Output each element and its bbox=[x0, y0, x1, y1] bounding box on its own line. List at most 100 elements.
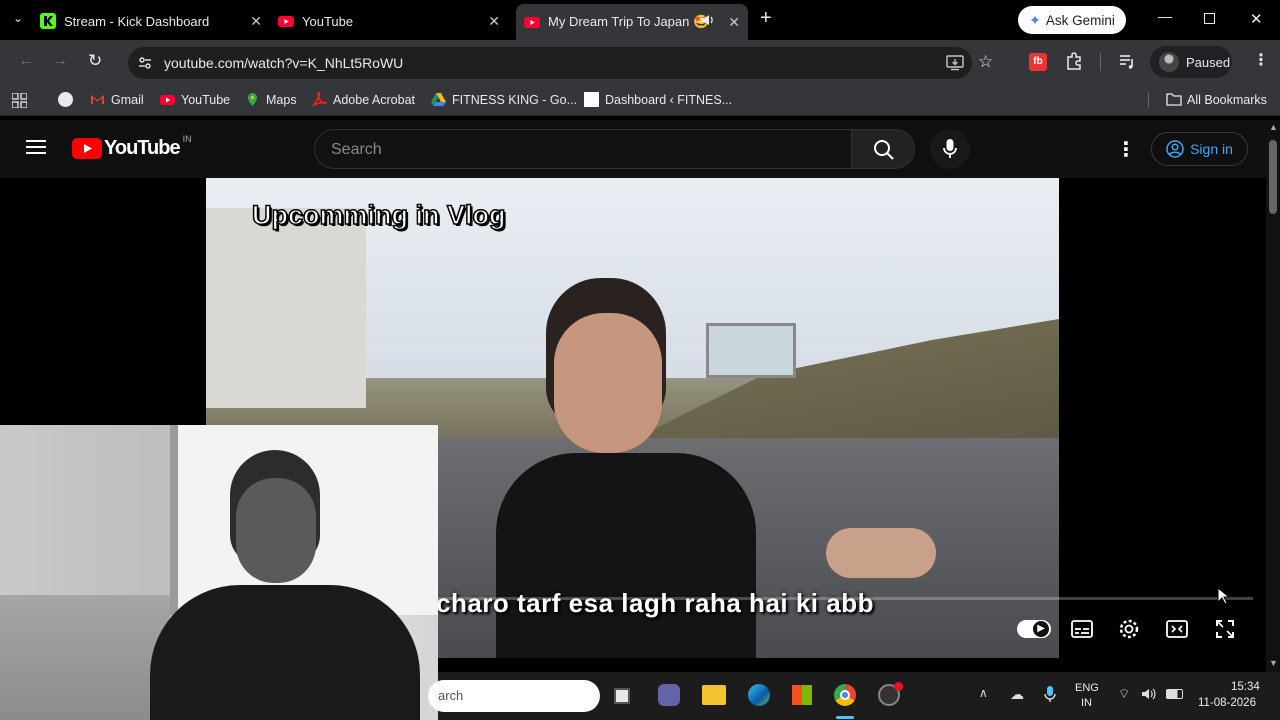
acrobat-icon bbox=[312, 92, 327, 107]
back-icon[interactable]: ← bbox=[18, 52, 34, 70]
bookmark-gmail[interactable]: Gmail bbox=[90, 92, 144, 107]
youtube-logo-icon bbox=[72, 138, 102, 159]
all-bookmarks-button[interactable]: All Bookmarks bbox=[1166, 92, 1267, 107]
tab-title: YouTube bbox=[302, 13, 354, 29]
microsoft-store-icon[interactable] bbox=[792, 685, 812, 705]
close-tab-icon[interactable]: ✕ bbox=[728, 14, 740, 31]
more-menu-icon[interactable]: ⋮ bbox=[1253, 50, 1269, 70]
install-app-icon[interactable] bbox=[946, 55, 964, 76]
tab-strip: ⌄ Stream - Kick Dashboard ✕ YouTube ✕ My… bbox=[0, 0, 1280, 40]
page-icon bbox=[584, 92, 599, 107]
tab-title: My Dream Trip To Japan 🤩 bbox=[548, 14, 710, 29]
bookmark-dashboard[interactable]: Dashboard ‹ FITNES... bbox=[584, 92, 732, 107]
clock-time[interactable]: 15:34 bbox=[1231, 681, 1260, 693]
video-overlay-title: Upcomming in Vlog bbox=[251, 199, 506, 231]
scroll-up-arrow-icon[interactable]: ▲ bbox=[1269, 122, 1278, 132]
bookmark-star-icon[interactable]: ☆ bbox=[978, 52, 993, 72]
search-placeholder: Search bbox=[331, 141, 382, 158]
sign-in-label: Sign in bbox=[1190, 141, 1233, 157]
mouse-cursor-icon bbox=[1217, 586, 1231, 610]
cloud-offline-icon[interactable]: ☁ bbox=[1010, 686, 1024, 703]
reload-icon[interactable]: ↻ bbox=[88, 51, 102, 71]
tab-search-chevron-icon[interactable]: ⌄ bbox=[13, 11, 23, 25]
folder-icon bbox=[1166, 92, 1182, 107]
settings-gear-icon[interactable] bbox=[1118, 618, 1140, 645]
taskbar-search-box[interactable]: arch bbox=[428, 680, 600, 712]
sofa bbox=[0, 595, 170, 720]
building bbox=[206, 208, 366, 408]
search-button[interactable] bbox=[851, 129, 915, 169]
fullscreen-icon[interactable] bbox=[1215, 619, 1235, 644]
settings-more-icon[interactable]: ⋮ bbox=[1116, 137, 1136, 162]
battery-icon[interactable] bbox=[1166, 689, 1183, 699]
hamburger-menu-icon[interactable] bbox=[26, 139, 46, 160]
teams-icon[interactable] bbox=[658, 684, 680, 706]
restore-icon[interactable] bbox=[1204, 13, 1215, 24]
new-tab-icon[interactable]: + bbox=[760, 7, 772, 30]
profile-button[interactable]: Paused bbox=[1150, 46, 1232, 78]
apps-grid-icon[interactable] bbox=[11, 92, 28, 113]
task-view-icon[interactable] bbox=[614, 688, 630, 704]
media-control-icon[interactable] bbox=[1118, 52, 1136, 75]
speaker-icon[interactable] bbox=[701, 13, 715, 30]
tab-title: Stream - Kick Dashboard bbox=[64, 13, 210, 29]
bookmark-adobe-acrobat[interactable]: Adobe Acrobat bbox=[312, 92, 415, 107]
page-scrollbar[interactable]: ▲ ▼ bbox=[1266, 120, 1280, 672]
subtitles-icon[interactable] bbox=[1071, 619, 1093, 644]
tab-youtube[interactable]: YouTube ✕ bbox=[278, 6, 508, 36]
language-indicator-bottom[interactable]: IN bbox=[1081, 697, 1092, 709]
bookmark-youtube[interactable]: YouTube bbox=[160, 92, 230, 107]
theater-mode-icon[interactable] bbox=[1166, 619, 1188, 644]
scroll-down-arrow-icon[interactable]: ▼ bbox=[1269, 658, 1278, 668]
minimize-icon[interactable]: — bbox=[1158, 8, 1172, 24]
person-on-webcam bbox=[150, 450, 430, 720]
clock-date[interactable]: 11-08-2026 bbox=[1198, 697, 1256, 709]
volume-icon[interactable] bbox=[1141, 686, 1157, 707]
voice-search-button[interactable] bbox=[930, 129, 970, 169]
autoplay-toggle[interactable]: ▶ bbox=[1017, 620, 1051, 638]
active-app-indicator bbox=[836, 716, 854, 719]
bookmark-label: Dashboard ‹ FITNES... bbox=[605, 92, 733, 107]
play-icon: ▶ bbox=[1037, 623, 1045, 634]
webcam-overlay bbox=[0, 425, 438, 720]
extensions-puzzle-icon[interactable] bbox=[1064, 51, 1084, 76]
youtube-logo-text: YouTube bbox=[104, 137, 181, 159]
edge-icon[interactable] bbox=[748, 684, 770, 706]
kick-icon bbox=[40, 13, 56, 29]
forward-icon[interactable]: → bbox=[52, 52, 68, 70]
ask-gemini-button[interactable]: ✦ Ask Gemini bbox=[1018, 6, 1126, 34]
taskbar: arch ∧ ☁ ENG IN ⌔ 15:34 11-08-2026 bbox=[428, 672, 1280, 720]
bookmark-label: FITNESS KING - Go... bbox=[452, 92, 578, 107]
chrome-icon[interactable] bbox=[834, 684, 856, 706]
youtube-header: YouTube IN Search ⋮ Sign in bbox=[0, 120, 1266, 178]
extension-red-icon[interactable]: fb bbox=[1029, 53, 1047, 71]
divider bbox=[1100, 53, 1101, 71]
scrollbar-thumb[interactable] bbox=[1269, 140, 1277, 214]
microphone-tray-icon[interactable] bbox=[1044, 685, 1056, 708]
close-tab-icon[interactable]: ✕ bbox=[488, 13, 500, 30]
file-explorer-icon[interactable] bbox=[702, 685, 726, 705]
video-caption: charo tarf esa lagh raha hai ki abb bbox=[436, 588, 874, 618]
show-hidden-icons-icon[interactable]: ∧ bbox=[979, 686, 988, 700]
wifi-icon[interactable]: ⌔ bbox=[1118, 686, 1130, 702]
search-input[interactable]: Search bbox=[314, 129, 852, 169]
globe-icon[interactable] bbox=[58, 92, 73, 107]
site-info-icon[interactable] bbox=[137, 55, 153, 76]
bookmark-label: YouTube bbox=[181, 92, 231, 107]
bookmark-maps[interactable]: Maps bbox=[245, 92, 297, 107]
bookmark-label: Gmail bbox=[111, 92, 144, 107]
bookmark-fitness-king[interactable]: FITNESS KING - Go... bbox=[431, 92, 577, 107]
tab-kick-dashboard[interactable]: Stream - Kick Dashboard ✕ bbox=[40, 6, 270, 36]
address-bar[interactable]: youtube.com/watch?v=K_NhLt5RoWU ☆ bbox=[128, 47, 993, 79]
search-icon bbox=[874, 140, 894, 160]
ask-gemini-label: Ask Gemini bbox=[1045, 12, 1115, 28]
close-tab-icon[interactable]: ✕ bbox=[250, 13, 262, 30]
youtube-logo[interactable]: YouTube IN bbox=[72, 134, 192, 160]
sign-in-button[interactable]: Sign in bbox=[1151, 132, 1248, 166]
close-window-icon[interactable]: ✕ bbox=[1250, 10, 1263, 28]
notification-dot bbox=[894, 682, 903, 691]
tab-active-video[interactable]: My Dream Trip To Japan 🤩 ✕ bbox=[516, 4, 748, 40]
gmail-icon bbox=[90, 92, 105, 107]
youtube-icon bbox=[278, 13, 294, 29]
language-indicator-top[interactable]: ENG bbox=[1075, 682, 1099, 694]
